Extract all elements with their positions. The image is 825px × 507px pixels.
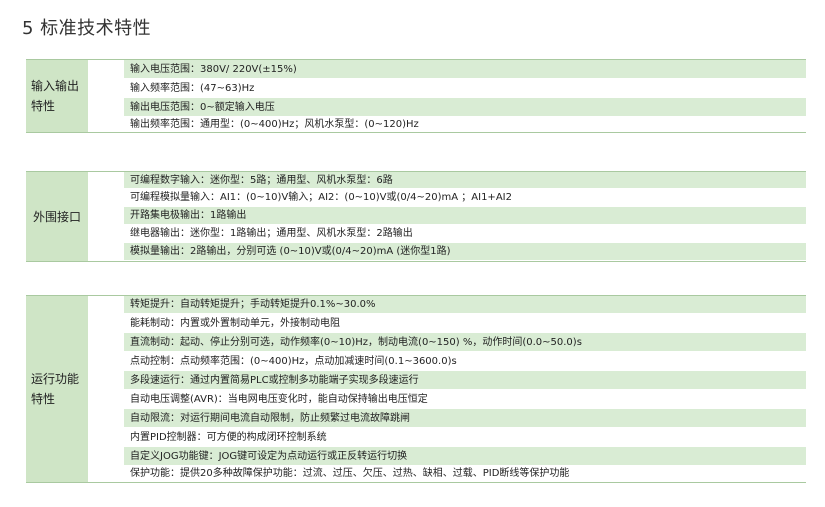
- section-operating-features: 运行功能特性 转矩提升：自动转矩提升；手动转矩提升0.1%~30.0% 能耗制动…: [26, 295, 806, 483]
- spec-rows: 输入电压范围：380V/ 220V(±15%) 输入频率范围：(47~63)Hz…: [124, 60, 806, 132]
- spec-row: 多段速运行：通过内置简易PLC或控制多功能端子实现多段速运行: [124, 371, 806, 390]
- section-input-output: 输入输出特性 输入电压范围：380V/ 220V(±15%) 输入频率范围：(4…: [26, 59, 806, 133]
- spec-row: 可编程模拟量输入：AI1：(0~10)V输入；AI2：(0~10)V或(0/4~…: [124, 189, 806, 207]
- spec-row: 输出频率范围：通用型：(0~400)Hz；风机水泵型：(0~120)Hz: [124, 117, 806, 132]
- spec-row: 自动电压调整(AVR)：当电网电压变化时，能自动保持输出电压恒定: [124, 390, 806, 409]
- spec-row: 点动控制：点动频率范围：(0~400)Hz，点动加减速时间(0.1~3600.0…: [124, 352, 806, 371]
- section-label: 外围接口: [26, 172, 88, 261]
- spec-row: 输入频率范围：(47~63)Hz: [124, 79, 806, 98]
- spec-rows: 转矩提升：自动转矩提升；手动转矩提升0.1%~30.0% 能耗制动：内置或外置制…: [124, 296, 806, 482]
- section-bottom-rule: [26, 132, 806, 133]
- spec-row: 输出电压范围：0~额定输入电压: [124, 98, 806, 117]
- spec-row: 内置PID控制器：可方便的构成闭环控制系统: [124, 428, 806, 447]
- spec-row: 模拟量输出：2路输出，分别可选 (0~10)V或(0/4~20)mA (迷你型1…: [124, 243, 806, 261]
- spec-row: 转矩提升：自动转矩提升；手动转矩提升0.1%~30.0%: [124, 296, 806, 314]
- spec-rows: 可编程数字输入：迷你型：5路；通用型、风机水泵型：6路 可编程模拟量输入：AI1…: [124, 172, 806, 261]
- spec-row: 保护功能：提供20多种故障保护功能：过流、过压、欠压、过热、缺相、过载、PID断…: [124, 466, 806, 482]
- section-label: 输入输出特性: [26, 60, 88, 132]
- section-bottom-rule: [26, 261, 806, 262]
- section-label: 运行功能特性: [26, 296, 88, 482]
- section-peripheral-interface: 外围接口 可编程数字输入：迷你型：5路；通用型、风机水泵型：6路 可编程模拟量输…: [26, 171, 806, 262]
- spec-row: 开路集电极输出：1路输出: [124, 207, 806, 225]
- spec-row: 自动限流：对运行期间电流自动限制，防止频繁过电流故障跳闸: [124, 409, 806, 428]
- spec-row: 输入电压范围：380V/ 220V(±15%): [124, 60, 806, 79]
- spec-row: 直流制动：起动、停止分别可选，动作频率(0~10)Hz，制动电流(0~150) …: [124, 333, 806, 352]
- spec-row: 能耗制动：内置或外置制动单元，外接制动电阻: [124, 314, 806, 333]
- section-bottom-rule: [26, 482, 806, 483]
- spec-row: 继电器输出：迷你型：1路输出；通用型、风机水泵型：2路输出: [124, 225, 806, 243]
- page-title: 5 标准技术特性: [22, 18, 152, 39]
- spec-row: 自定义JOG功能键：JOG键可设定为点动运行或正反转运行切换: [124, 447, 806, 466]
- spec-row: 可编程数字输入：迷你型：5路；通用型、风机水泵型：6路: [124, 172, 806, 189]
